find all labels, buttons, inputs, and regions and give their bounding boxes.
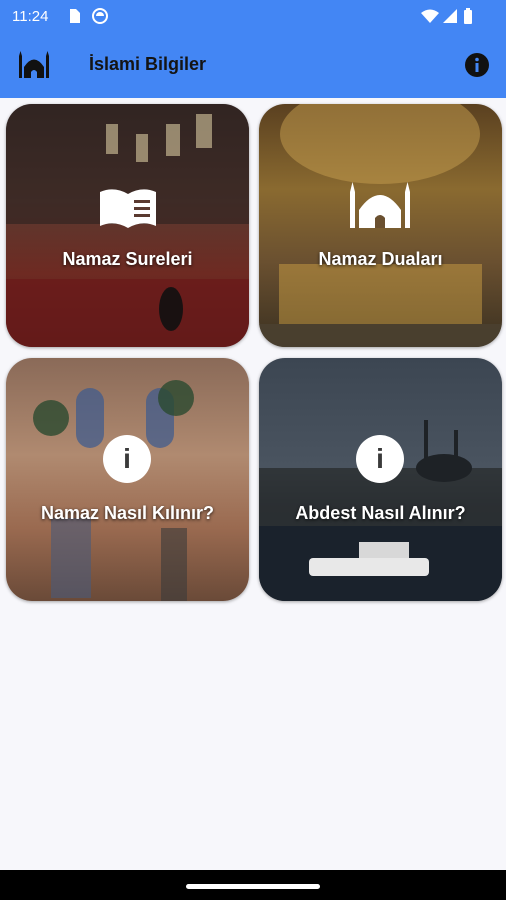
notification-icon xyxy=(92,8,108,24)
app-title: İslami Bilgiler xyxy=(89,54,207,74)
info-icon: i xyxy=(103,435,151,483)
battery-icon xyxy=(464,8,472,24)
status-bar: 11:24 xyxy=(0,0,506,34)
card-label: Abdest Nasıl Alınır? xyxy=(295,503,466,523)
home-gesture-handle[interactable] xyxy=(186,884,320,889)
sim-card-icon xyxy=(70,9,80,23)
book-icon xyxy=(100,189,156,228)
info-icon[interactable] xyxy=(464,52,490,78)
card-label: Namaz Sureleri xyxy=(62,249,193,269)
wifi-icon xyxy=(421,9,439,23)
info-icon: i xyxy=(356,435,404,483)
card-namaz-sureleri[interactable]: Namaz Sureleri xyxy=(6,104,249,347)
card-label: Namaz Duaları xyxy=(318,249,443,269)
card-label: Namaz Nasıl Kılınır? xyxy=(40,503,215,523)
signal-icon xyxy=(443,9,457,23)
card-namaz-nasil-kilinir[interactable]: i Namaz Nasıl Kılınır? xyxy=(6,358,249,601)
app-bar: İslami Bilgiler xyxy=(0,34,506,98)
card-abdest-nasil-alinir[interactable]: i Abdest Nasıl Alınır? xyxy=(259,358,502,601)
status-time: 11:24 xyxy=(12,8,49,25)
card-namaz-dualari[interactable]: Namaz Duaları xyxy=(259,104,502,347)
mosque-icon xyxy=(19,51,49,78)
mosque-icon xyxy=(350,182,410,228)
